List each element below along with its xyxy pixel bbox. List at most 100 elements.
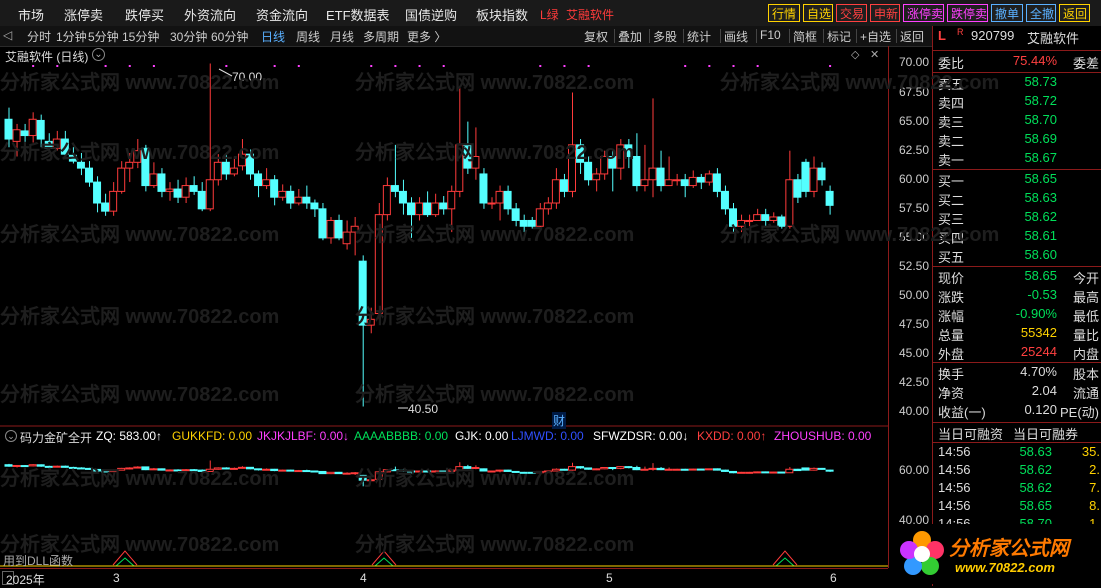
period-item[interactable]: 日线 [261, 28, 285, 45]
chart-tool-button[interactable]: 复权 [584, 28, 608, 45]
sell-level-row[interactable]: 卖二 58.69 [933, 131, 1101, 149]
candle-body [229, 167, 238, 175]
candle-body [358, 260, 367, 326]
toolbar-button[interactable]: 涨停卖 [903, 4, 944, 22]
buy-level-label: 买一 [938, 174, 965, 189]
menu-sector-index[interactable]: 板块指数 [476, 5, 528, 24]
candle-body [745, 219, 754, 222]
chart-tool-button[interactable]: 多股 [653, 28, 677, 45]
candle-body [286, 190, 295, 204]
toolbar-button[interactable]: 跌停卖 [947, 4, 988, 22]
finance-marker[interactable]: 财 [552, 412, 567, 429]
signal-marker [587, 65, 590, 67]
period-item[interactable]: 月线 [330, 28, 354, 45]
candle-body [753, 214, 762, 221]
candle-body [60, 138, 69, 155]
chart-tool-button[interactable]: +自选 [860, 28, 891, 45]
chart-tool-button[interactable]: 简框 [793, 28, 817, 45]
top-menu-bar: 市场 涨停卖 跌停买 外资流向 资金流向 ETF数据表 国债逆购 板块指数 L绿… [0, 0, 1101, 27]
signal-marker [370, 65, 373, 67]
tick-time: 14:56 [938, 498, 971, 513]
sub-candle-body [197, 469, 206, 472]
candle-body [133, 150, 142, 163]
indicator-menu-chevron-icon[interactable]: ⌄ [5, 430, 17, 442]
menu-limit-up-sell[interactable]: 涨停卖 [64, 5, 103, 24]
candle-body [205, 179, 214, 210]
sell-level-row[interactable]: 卖三 58.70 [933, 112, 1101, 130]
sell-level-row[interactable]: 卖四 58.72 [933, 93, 1101, 111]
sub-candle-body [535, 470, 544, 474]
date-label-5: 5 [606, 571, 613, 585]
period-item[interactable]: 5分钟 [88, 28, 119, 45]
indicator-value: GUKKFD: 0.00 [172, 429, 253, 443]
menu-market[interactable]: 市场 [18, 5, 44, 24]
toolbar-button[interactable]: 交易 [836, 4, 867, 22]
menu-bond-repo[interactable]: 国债逆购 [405, 5, 457, 24]
chart-tool-button[interactable]: 画线 [724, 28, 748, 45]
toolbar-button[interactable]: 自选 [803, 4, 833, 22]
menu-foreign-flow[interactable]: 外资流向 [184, 5, 236, 24]
signal-marker [732, 65, 735, 67]
close-icon[interactable]: ✕ [870, 48, 879, 61]
indicator-value: ZHOUSHUB: 0.00 [774, 429, 872, 443]
period-item[interactable]: 15分钟 [122, 28, 159, 45]
buy-level-row[interactable]: 买五 58.60 [933, 247, 1101, 265]
tick-volume: 35. [1081, 444, 1100, 459]
toolbar-button[interactable]: 撤单 [991, 4, 1023, 22]
menu-capital-flow[interactable]: 资金流向 [256, 5, 308, 24]
sub-candle-body [262, 468, 271, 471]
period-item[interactable]: 60分钟 [211, 28, 248, 45]
signal-marker [394, 65, 397, 67]
sub-candle-body [463, 466, 472, 469]
chart-tool-button[interactable]: 标记 [827, 28, 851, 45]
toolbar-button[interactable]: 行情 [768, 4, 800, 22]
candle-body [624, 144, 633, 157]
buy-level-row[interactable]: 买四 58.61 [933, 228, 1101, 246]
buy-level-row[interactable]: 买二 58.63 [933, 190, 1101, 208]
period-item[interactable]: 更多 〉 [407, 28, 446, 45]
candle-body [12, 129, 21, 142]
period-item[interactable]: 分时 [27, 28, 51, 45]
sell-level-row[interactable]: 卖一 58.67 [933, 150, 1101, 168]
buy-level-row[interactable]: 买一 58.65 [933, 171, 1101, 189]
candle-body [664, 179, 673, 187]
sub-candle-body [398, 469, 407, 472]
quote-stat-label: 涨幅 [938, 309, 965, 324]
candle-body [157, 173, 166, 192]
sell-level-price: 58.70 [1024, 112, 1057, 127]
stock-title: 艾融软件 [566, 8, 615, 22]
menu-limit-down-buy[interactable]: 跌停买 [125, 5, 164, 24]
quote-stat-row: 涨幅 -0.90% 最低 [933, 306, 1101, 324]
candle-body [93, 181, 102, 204]
sub-candle-body [551, 468, 560, 472]
period-item[interactable]: 30分钟 [170, 28, 207, 45]
toolbar-button[interactable]: 返回 [1059, 4, 1090, 22]
chart-menu-chevron-icon[interactable]: ⌄ [92, 48, 105, 61]
sub-candle-body [519, 471, 528, 474]
candle-body [326, 219, 335, 239]
toolbar-button[interactable]: 全撤 [1026, 4, 1056, 22]
signal-marker [128, 65, 131, 67]
chart-tool-button[interactable]: F10 [760, 28, 781, 42]
finance-value: 0.120 [1024, 402, 1057, 417]
menu-etf-table[interactable]: ETF数据表 [326, 5, 390, 24]
candle-body [817, 167, 826, 181]
price-tick: 52.50 [898, 258, 929, 273]
period-item[interactable]: 周线 [296, 28, 320, 45]
indicator-name[interactable]: 码力金矿全开 [20, 429, 92, 446]
diamond-icon[interactable]: ◇ [851, 48, 859, 61]
chart-tool-button[interactable]: 叠加 [618, 28, 642, 45]
prev-arrow-icon[interactable]: ◁ [3, 28, 12, 42]
price-tick: 70.00 [898, 55, 929, 70]
toolbar-button[interactable]: 申新 [870, 4, 900, 22]
sell-level-row[interactable]: 卖五 58.73 [933, 74, 1101, 92]
buy-level-row[interactable]: 买三 58.62 [933, 209, 1101, 227]
chart-tool-button[interactable]: 统计 [687, 28, 711, 45]
stock-name: 艾融软件 [1027, 31, 1080, 46]
chart-tool-button[interactable]: 返回 [900, 28, 924, 45]
price-tick: 45.00 [898, 346, 929, 361]
period-item[interactable]: 1分钟 [56, 28, 87, 45]
candle-body [568, 144, 576, 192]
period-item[interactable]: 多周期 [363, 28, 399, 45]
kline-chart[interactable]: 艾融软件 (日线) ⌄ ◇ ✕ 70.00 40.50 财 用到DLL函数 [0, 46, 888, 568]
